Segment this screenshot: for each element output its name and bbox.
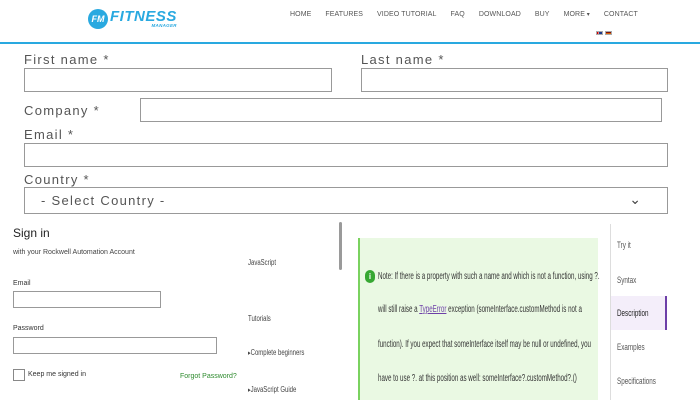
main-nav: HOME FEATURES VIDEO TUTORIAL FAQ DOWNLOA… bbox=[290, 11, 652, 18]
sidebar-item-javascript-guide[interactable]: JavaScript Guide bbox=[248, 385, 297, 394]
nav-home[interactable]: HOME bbox=[290, 11, 311, 18]
signin-password-label: Password bbox=[13, 325, 44, 332]
logo-subtitle: MANAGER bbox=[151, 23, 177, 29]
country-label: Country * bbox=[24, 172, 90, 187]
note-callout: i Note: If there is a property with such… bbox=[358, 238, 600, 400]
sidebar-item-tutorials[interactable]: Tutorials bbox=[248, 314, 271, 323]
tab-examples[interactable]: Examples bbox=[611, 330, 667, 364]
fitness-manager-logo[interactable]: FM FITNESS MANAGER bbox=[88, 6, 177, 32]
signin-title: Sign in bbox=[13, 226, 50, 240]
country-select-value: - Select Country - bbox=[41, 193, 166, 208]
language-flags bbox=[596, 31, 612, 35]
email-label: Email * bbox=[24, 127, 75, 142]
top-navigation-bar: FM FITNESS MANAGER HOME FEATURES VIDEO T… bbox=[0, 0, 700, 44]
sidebar-item-complete-beginners[interactable]: Complete beginners bbox=[248, 348, 305, 357]
signin-email-input[interactable] bbox=[13, 291, 161, 308]
tab-description[interactable]: Description bbox=[611, 296, 667, 330]
first-name-label: First name * bbox=[24, 52, 110, 67]
company-label: Company * bbox=[24, 103, 101, 118]
first-name-input[interactable] bbox=[24, 68, 332, 92]
german-flag-icon[interactable] bbox=[605, 31, 612, 35]
english-flag-icon[interactable] bbox=[596, 31, 603, 35]
tab-syntax[interactable]: Syntax bbox=[611, 263, 667, 297]
nav-faq[interactable]: FAQ bbox=[451, 11, 465, 18]
nav-download[interactable]: DOWNLOAD bbox=[479, 11, 521, 18]
nav-buy[interactable]: BUY bbox=[535, 11, 550, 18]
keep-signed-in-label: Keep me signed in bbox=[28, 371, 86, 378]
signin-password-input[interactable] bbox=[13, 337, 217, 354]
sidebar-item-javascript[interactable]: JavaScript bbox=[248, 258, 276, 267]
tab-try-it[interactable]: Try it bbox=[611, 228, 667, 262]
logo-badge: FM bbox=[88, 9, 108, 29]
signin-subtitle: with your Rockwell Automation Account bbox=[13, 249, 135, 256]
logo-title: FITNESS bbox=[110, 8, 177, 26]
company-input[interactable] bbox=[140, 98, 662, 122]
note-line-1: Note: If there is a property with such a… bbox=[378, 271, 600, 282]
typeerror-link[interactable]: TypeError bbox=[419, 304, 446, 315]
info-icon: i bbox=[365, 270, 375, 283]
nav-more-dropdown[interactable]: MORE bbox=[564, 11, 590, 18]
note-line-4: have to use ?. at this position as well:… bbox=[378, 373, 577, 384]
page-section-tabs: Try it Syntax Description Examples Speci… bbox=[610, 224, 700, 400]
note-line-2: will still raise a TypeError exception (… bbox=[378, 304, 582, 315]
signin-email-label: Email bbox=[13, 280, 31, 287]
nav-features[interactable]: FEATURES bbox=[325, 11, 363, 18]
nav-video-tutorial[interactable]: VIDEO TUTORIAL bbox=[377, 11, 437, 18]
last-name-input[interactable] bbox=[361, 68, 668, 92]
note-line-3: function). If you expect that someInterf… bbox=[378, 339, 591, 350]
email-input[interactable] bbox=[24, 143, 668, 167]
nav-contact[interactable]: CONTACT bbox=[604, 11, 638, 18]
chevron-down-icon: ⌄ bbox=[629, 191, 641, 207]
last-name-label: Last name * bbox=[361, 52, 445, 67]
forgot-password-link[interactable]: Forgot Password? bbox=[180, 373, 237, 380]
keep-signed-in-checkbox[interactable] bbox=[13, 369, 25, 381]
sidebar-scrollbar[interactable] bbox=[339, 222, 342, 270]
tab-specifications[interactable]: Specifications bbox=[611, 364, 667, 398]
country-select[interactable]: - Select Country - ⌄ bbox=[24, 187, 668, 214]
